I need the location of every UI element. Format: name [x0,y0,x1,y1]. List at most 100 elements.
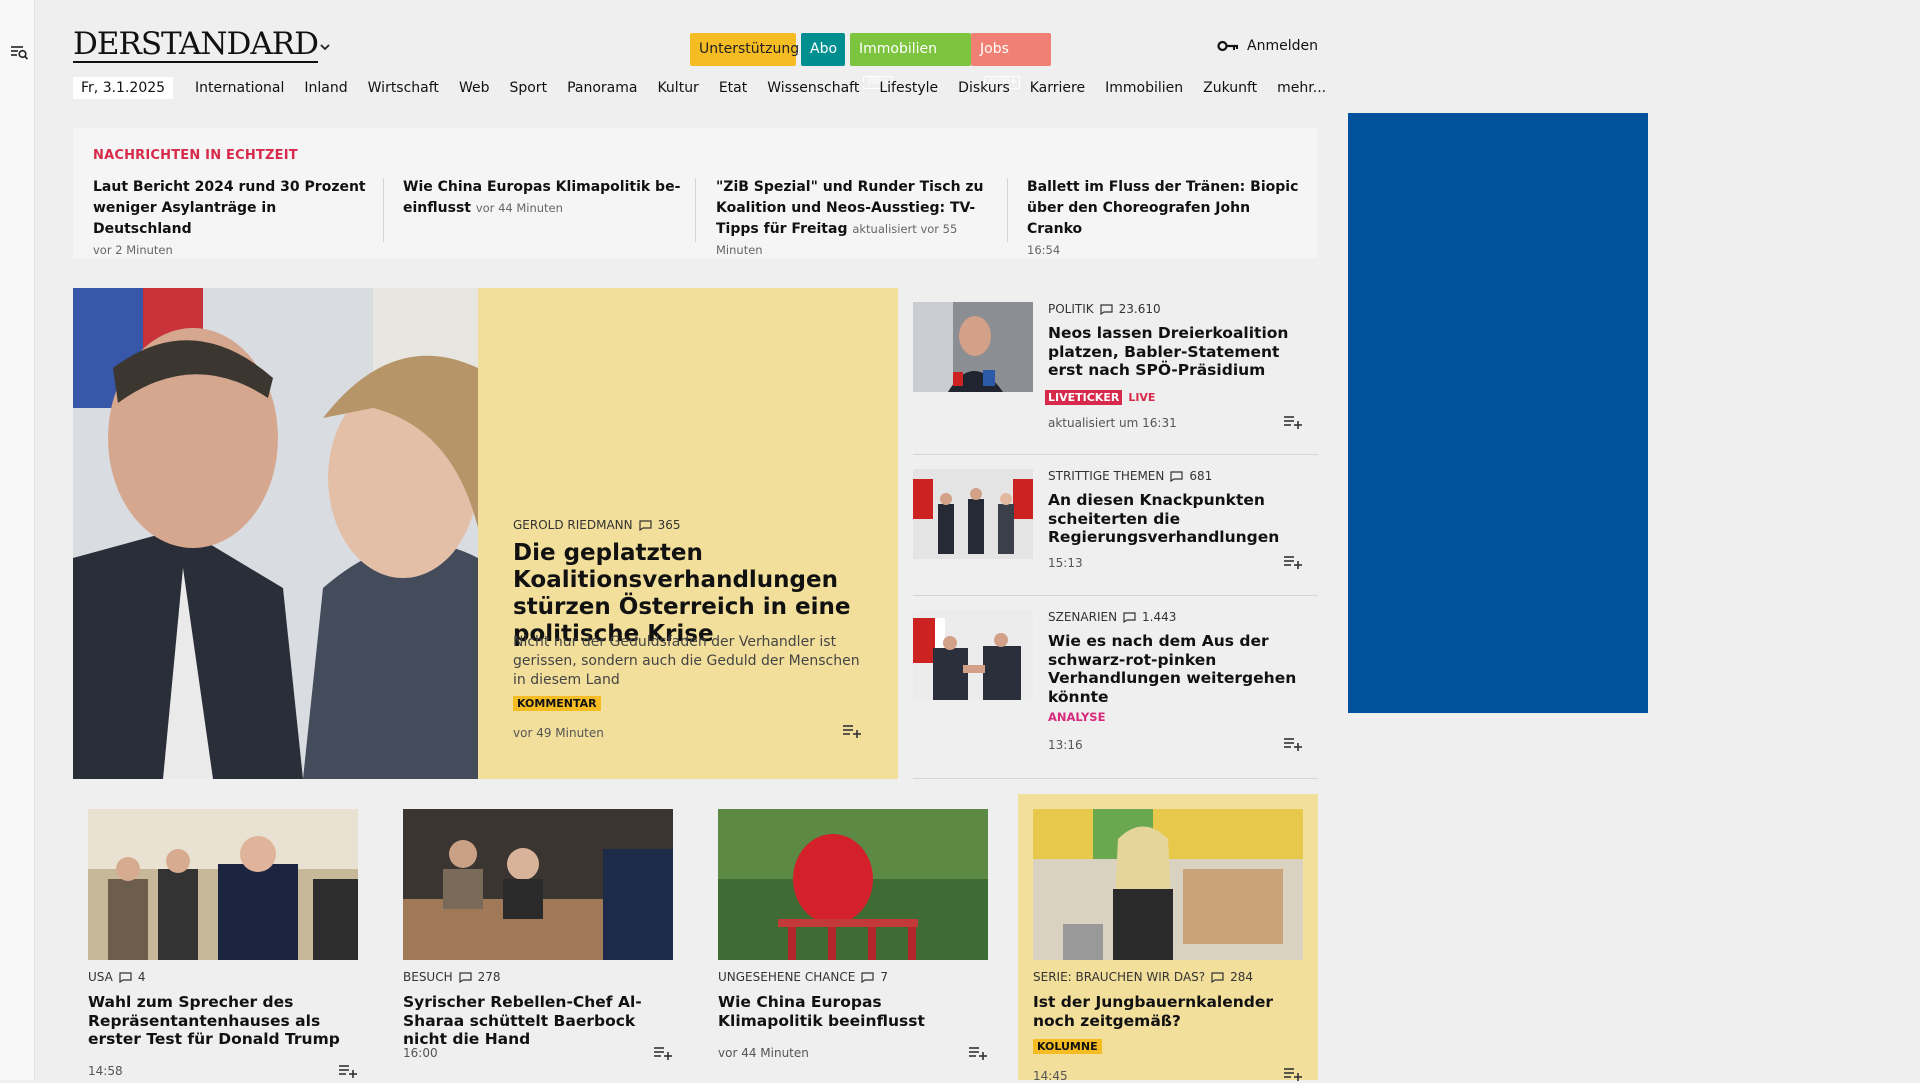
comment-count[interactable]: 681 [1189,469,1212,483]
comment-count[interactable]: 4 [138,970,146,984]
card-time: 16:00 [403,1046,438,1060]
kicker-label: UNGESEHENE CHANCE [718,970,856,984]
hero-comment-count[interactable]: 365 [658,518,681,532]
kicker-label: USA [88,970,113,984]
hero-teaser[interactable]: GEROLD RIEDMANN 365 Die geplatzten Koali… [478,288,898,779]
hero-lead: Nicht nur der Geduldsfaden der Verhandle… [513,634,860,688]
news-ticker: NACHRICHTEN IN ECHTZEIT Laut Bericht 202… [73,128,1318,258]
article-thumbnail[interactable] [913,469,1033,559]
article-kicker: STRITTIGE THEMEN 681 [1048,469,1212,483]
hero-image[interactable] [73,288,478,779]
abo-button[interactable]: Abo [801,33,845,66]
article-thumbnail[interactable] [913,610,1033,700]
card-kicker: UNGESEHENE CHANCE 7 [718,970,888,984]
immobilien-button[interactable]: Immobilien30k+ [850,33,971,89]
nav-item-diskurs[interactable]: Diskurs [948,77,1020,99]
article-title[interactable]: An diesen Knackpunkten scheiterten die R… [1048,491,1298,547]
comment-icon [119,971,132,983]
ticker-item-title: Laut Bericht 2024 rund 30 Prozent wenige… [93,179,366,237]
article-thumbnail[interactable] [913,302,1033,392]
nav-item-immobilien[interactable]: Immobilien [1095,77,1193,99]
article-card[interactable]: BESUCH 278 Syrischer Rebellen-Chef Al-Sh… [388,794,688,1080]
add-to-list-icon[interactable] [653,1045,673,1061]
article-time: 13:16 [1048,738,1083,752]
thumb-photo [913,469,1033,559]
card-title[interactable]: Ist der Jungbauernkalender noch zeitgemä… [1033,993,1305,1030]
article-kicker: POLITIK 23.610 [1048,302,1161,316]
comment-icon [1100,303,1113,315]
live-indicator: LIVETICKER LIVE [1045,386,1155,405]
comment-count[interactable]: 278 [478,970,501,984]
add-to-list-icon[interactable] [1283,414,1303,430]
login-button[interactable]: Anmelden [1217,38,1318,54]
card-kicker: SERIE: BRAUCHEN WIR DAS? 284 [1033,970,1253,984]
site-logo[interactable]: DERSTANDARD [73,27,319,63]
article-kicker: SZENARIEN 1.443 [1048,610,1176,624]
jobs-label: Jobs [980,41,1009,57]
article-card-highlighted[interactable]: SERIE: BRAUCHEN WIR DAS? 284 Ist der Jun… [1018,794,1318,1083]
nav-item-kultur[interactable]: Kultur [647,77,708,99]
current-date: Fr, 3.1.2025 [73,77,174,99]
card-title[interactable]: Wahl zum Sprecher des Repräsen­tantenhau… [88,993,360,1049]
nav-item-etat[interactable]: Etat [709,77,757,99]
nav-item-wissenschaft[interactable]: Wissenschaft [757,77,869,99]
comment-count[interactable]: 1.443 [1142,610,1176,624]
nav-item-panorama[interactable]: Panorama [557,77,647,99]
card-photo [718,809,988,960]
comment-count[interactable]: 284 [1230,970,1253,984]
article-title[interactable]: Neos lassen Dreierkoalition platzen, Bab… [1048,324,1298,380]
add-to-list-icon[interactable] [1283,736,1303,752]
advertisement[interactable] [1348,113,1648,713]
card-time: vor 44 Minuten [718,1046,809,1060]
ticker-item[interactable]: "ZiB Spezial" und Runder Tisch zu Ko­ali… [716,177,994,261]
add-to-list-icon[interactable] [338,1063,358,1079]
side-rail [0,0,35,1080]
nav-item-international[interactable]: International [185,77,294,99]
ticker-title: NACHRICHTEN IN ECHTZEIT [93,148,298,163]
add-to-list-icon[interactable] [1283,554,1303,570]
side-article[interactable]: STRITTIGE THEMEN 681 An diesen Knackpunk… [913,455,1318,596]
analyse-tag: ANALYSE [1048,710,1106,724]
card-kicker: USA 4 [88,970,145,984]
ticker-item-title: Ballett im Fluss der Tränen: Biopic über… [1027,179,1299,237]
article-card[interactable]: USA 4 Wahl zum Sprecher des Repräsen­tan… [73,794,373,1080]
card-photo [403,809,673,960]
support-button[interactable]: Unterstützung [690,33,799,66]
comment-icon [1123,611,1136,623]
ticker-item[interactable]: Ballett im Fluss der Tränen: Biopic über… [1027,177,1305,261]
side-article[interactable]: POLITIK 23.610 Neos lassen Dreierkoaliti… [913,288,1318,455]
article-card[interactable]: UNGESEHENE CHANCE 7 Wie China Europas Kl… [703,794,1003,1080]
card-title[interactable]: Syrischer Rebellen-Chef Al-Sharaa schütt… [403,993,675,1049]
side-article[interactable]: SZENARIEN 1.443 Wie es nach dem Aus der … [913,596,1318,779]
comment-count[interactable]: 23.610 [1119,302,1161,316]
menu-search-icon[interactable] [9,42,29,62]
card-title[interactable]: Wie China Europas Klimapolitik beeinflus… [718,993,990,1030]
chevron-down-icon[interactable] [318,40,332,54]
jobs-button[interactable]: Jobs3000+ [971,33,1051,89]
nav-item-zukunft[interactable]: Zukunft [1193,77,1267,99]
card-image[interactable] [718,809,988,960]
hero-title[interactable]: Die geplatzten Koalitionsver­handlungen … [513,540,873,648]
nav-item-more[interactable]: mehr... [1267,77,1336,99]
kicker-label: SERIE: BRAUCHEN WIR DAS? [1033,970,1206,984]
nav-item-karriere[interactable]: Karriere [1020,77,1095,99]
card-kicker: BESUCH 278 [403,970,501,984]
comment-count[interactable]: 7 [880,970,888,984]
divider [1007,178,1008,242]
card-image[interactable] [1033,809,1303,960]
ticker-item[interactable]: Wie China Europas Klimapolitik be­einflu… [403,177,681,219]
add-to-list-icon[interactable] [968,1045,988,1061]
ticker-item[interactable]: Laut Bericht 2024 rund 30 Prozent wenige… [93,177,371,261]
nav-item-web[interactable]: Web [449,77,500,99]
article-title[interactable]: Wie es nach dem Aus der schwarz-rot-pink… [1048,632,1298,706]
ticker-item-meta: vor 44 Minuten [475,201,563,215]
nav-item-wirtschaft[interactable]: Wirtschaft [358,77,449,99]
comment-icon [639,519,652,531]
nav-item-sport[interactable]: Sport [499,77,557,99]
add-to-list-icon[interactable] [842,723,862,739]
nav-item-inland[interactable]: Inland [294,77,357,99]
card-image[interactable] [403,809,673,960]
card-image[interactable] [88,809,358,960]
nav-item-lifestyle[interactable]: Lifestyle [869,77,948,99]
card-time: 14:58 [88,1064,123,1078]
